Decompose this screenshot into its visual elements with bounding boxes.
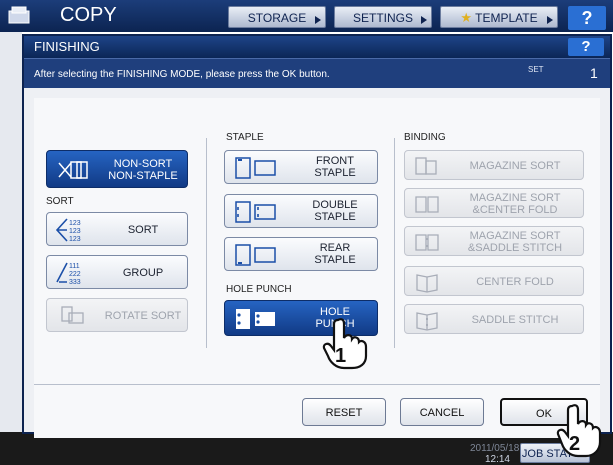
tab-settings[interactable]: SETTINGS [334, 6, 432, 28]
outer-left-strip [0, 32, 22, 432]
copy-title: COPY [60, 4, 117, 26]
footer-divider [34, 384, 600, 385]
tab-storage-label: STORAGE [247, 11, 307, 25]
front-staple-icon [235, 157, 276, 179]
magazine-sort-center-fold-button[interactable]: MAGAZINE SORT &CENTER FOLD [404, 188, 584, 218]
sort-section-header: SORT [46, 196, 74, 207]
set-label: SET [528, 65, 544, 74]
chevron-right-icon [547, 16, 553, 24]
group-icon-text-1: 111 [69, 263, 80, 270]
staple-section-header: STAPLE [226, 132, 264, 143]
tab-storage[interactable]: STORAGE [228, 6, 326, 28]
magazine-sort-label: MAGAZINE SORT [469, 160, 561, 172]
copy-icon [8, 6, 30, 24]
hole-punch-icon [236, 309, 275, 329]
saddle-stitch-label: SADDLE STITCH [471, 314, 559, 326]
center-fold-label: CENTER FOLD [476, 276, 554, 288]
front-staple-label-1: FRONT [316, 155, 354, 167]
non-sort-non-staple-button[interactable]: NON-SORT NON-STAPLE [46, 150, 188, 188]
finishing-panel: NON-SORT NON-STAPLE SORT 123 123 123 SOR… [34, 98, 600, 438]
rear-staple-label-2: STAPLE [314, 254, 356, 266]
step-2-number: 2 [569, 433, 580, 455]
step-2-hand-icon: 2 [556, 404, 602, 458]
saddle-stitch-button[interactable]: SADDLE STITCH [404, 304, 584, 334]
dialog-titlebar: FINISHING ? [24, 36, 610, 58]
double-staple-icon [235, 201, 276, 223]
magazine-sort-icon [415, 157, 437, 175]
column-divider [206, 138, 207, 348]
center-fold-button[interactable]: CENTER FOLD [404, 266, 584, 296]
group-icon-text-2: 222 [69, 271, 81, 278]
mag-saddle-label-2: &SADDLE STITCH [467, 242, 563, 254]
rotate-sort-button[interactable]: ROTATE SORT [46, 298, 188, 332]
instruction-message: After selecting the FINISHING MODE, plea… [34, 69, 330, 80]
sort-icon-text-2: 123 [69, 228, 81, 235]
rear-staple-button[interactable]: REAR STAPLE [224, 237, 378, 271]
double-staple-label-2: STAPLE [314, 211, 356, 223]
set-count: 1 [590, 65, 598, 81]
clock-time: 12:14 [484, 454, 510, 465]
sort-icon-text-1: 123 [69, 220, 81, 227]
double-staple-label-1: DOUBLE [312, 199, 358, 211]
rotate-sort-icon [61, 306, 84, 324]
column-divider [394, 138, 395, 348]
dialog-title: FINISHING [34, 39, 100, 54]
mag-center-label-2: &CENTER FOLD [472, 204, 558, 216]
non-sort-icon [58, 161, 88, 179]
group-icon: 111 222 333 [56, 262, 81, 286]
dialog-help-button[interactable]: ? [568, 38, 604, 56]
sort-button[interactable]: 123 123 123 SORT [46, 212, 188, 246]
rear-staple-icon [235, 244, 276, 266]
double-staple-button[interactable]: DOUBLE STAPLE [224, 194, 378, 228]
rear-staple-label-1: REAR [319, 242, 351, 254]
group-button[interactable]: 111 222 333 GROUP [46, 255, 188, 289]
tab-template[interactable]: ★ TEMPLATE [440, 6, 558, 28]
binding-section-header: BINDING [404, 132, 446, 143]
non-sort-label-1: NON-SORT [113, 158, 173, 170]
step-1-number: 1 [335, 345, 346, 367]
mag-center-label-1: MAGAZINE SORT [469, 192, 561, 204]
saddle-stitch-icon [416, 312, 438, 331]
message-bar: After selecting the FINISHING MODE, plea… [24, 58, 610, 88]
help-button[interactable]: ? [568, 6, 606, 30]
tab-settings-label: SETTINGS [352, 11, 413, 25]
cancel-button[interactable]: CANCEL [400, 398, 484, 426]
group-label: GROUP [122, 267, 164, 279]
step-1-hand-icon: 1 [322, 318, 368, 370]
center-fold-icon [416, 274, 438, 293]
sort-icon: 123 123 123 [55, 218, 81, 243]
magazine-sort-saddle-stitch-button[interactable]: MAGAZINE SORT &SADDLE STITCH [404, 226, 584, 256]
non-sort-label-2: NON-STAPLE [108, 170, 178, 182]
star-icon: ★ [460, 10, 473, 25]
book-stitch-icon [415, 234, 439, 251]
sort-icon-text-3: 123 [69, 236, 81, 243]
clock: 2011/05/18 12:14 [470, 443, 520, 465]
chevron-right-icon [315, 16, 321, 24]
hole-punch-section-header: HOLE PUNCH [226, 284, 292, 295]
magazine-sort-button[interactable]: MAGAZINE SORT [404, 150, 584, 180]
group-icon-text-3: 333 [69, 279, 81, 286]
front-staple-label-2: STAPLE [314, 167, 356, 179]
tab-template-label: TEMPLATE [475, 11, 538, 25]
mag-saddle-label-1: MAGAZINE SORT [469, 230, 561, 242]
rotate-sort-label: ROTATE SORT [104, 310, 182, 322]
front-staple-button[interactable]: FRONT STAPLE [224, 150, 378, 184]
sort-label: SORT [127, 224, 159, 236]
chevron-right-icon [421, 16, 427, 24]
finishing-dialog: FINISHING ? After selecting the FINISHIN… [22, 34, 612, 438]
book-icon [415, 196, 439, 213]
reset-button[interactable]: RESET [302, 398, 386, 426]
clock-date: 2011/05/18 [470, 443, 520, 454]
